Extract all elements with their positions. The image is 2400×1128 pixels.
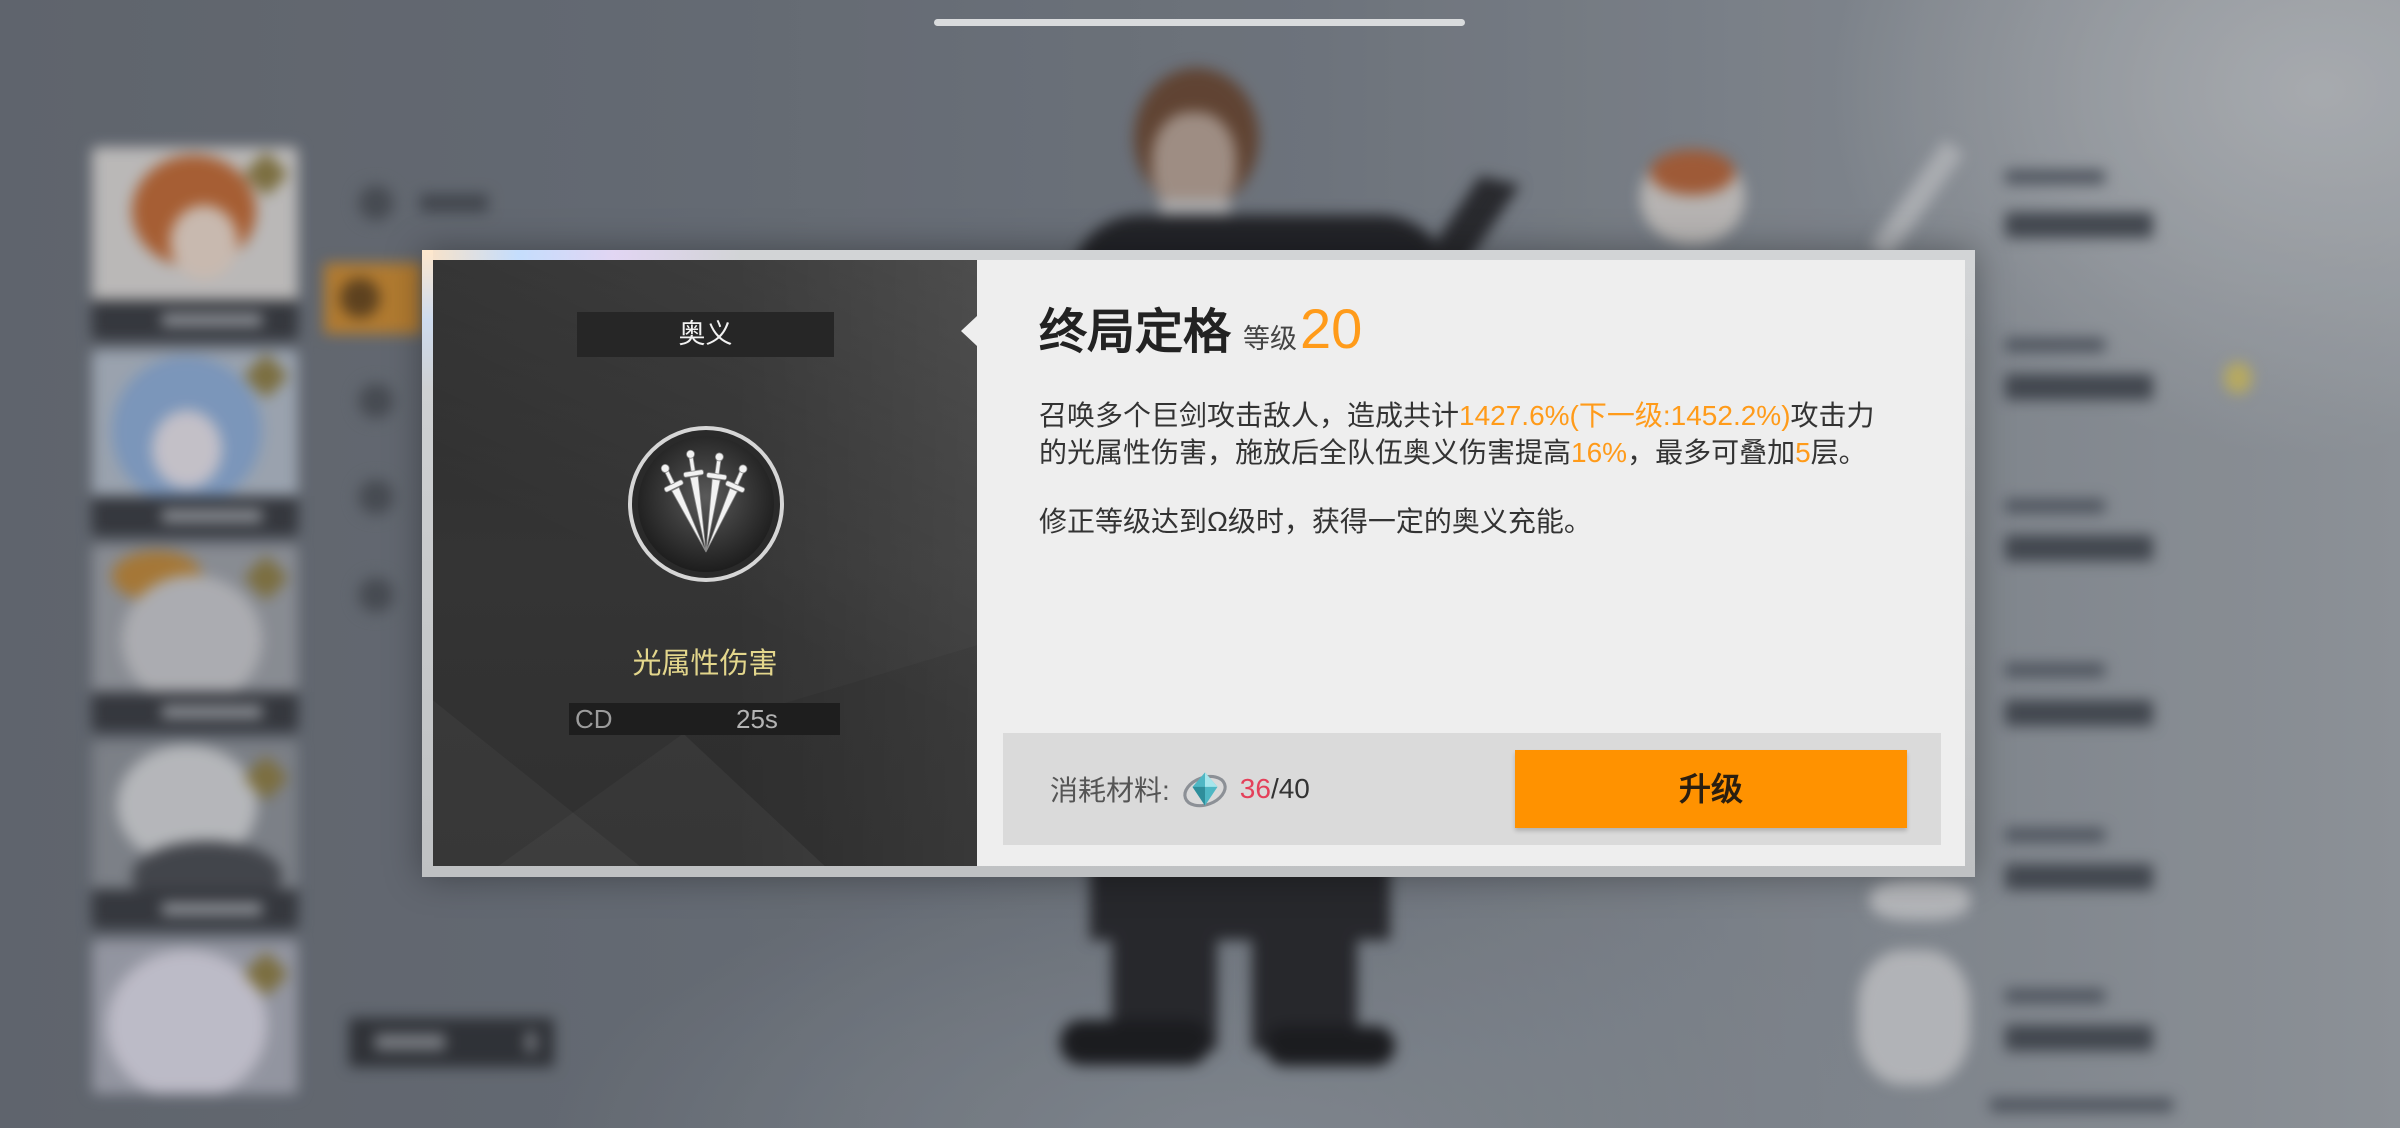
material-cost: 消耗材料: 36/40 xyxy=(1050,733,1310,845)
skill-summary-panel: 奥义 光属性伤害 CD 25s xyxy=(433,260,977,866)
cost-label: 消耗材料: xyxy=(1050,775,1170,806)
skill-title: 终局定格 xyxy=(1039,306,1232,359)
element-type-label: 光属性伤害 xyxy=(632,648,778,680)
cooldown-label: CD xyxy=(575,704,613,734)
upgrade-cost-bar: 消耗材料: 36/40 升级 xyxy=(1003,733,1941,845)
panel-pointer xyxy=(961,316,977,346)
damage-bonus-value: 16% xyxy=(1571,437,1628,468)
top-drag-handle xyxy=(934,19,1465,26)
skill-note: 修正等级达到Ω级时，获得一定的奥义充能。 xyxy=(1039,506,1592,537)
material-owned-count: 36 xyxy=(1239,773,1271,804)
level-value: 20 xyxy=(1300,297,1363,360)
frame-glint xyxy=(422,250,742,260)
frame-glint xyxy=(422,250,433,390)
level-label: 等级 xyxy=(1243,324,1298,354)
material-count-separator: / xyxy=(1270,773,1279,804)
skill-description: 召唤多个巨剑攻击敌人，造成共计1427.6%(下一级:1452.2%)攻击力 的… xyxy=(1039,397,1875,471)
upgrade-button[interactable]: 升级 xyxy=(1515,750,1907,828)
material-required-count: 40 xyxy=(1278,773,1310,804)
description-text: ，最多可叠加 xyxy=(1627,437,1796,468)
cooldown-value: 25s xyxy=(736,704,778,734)
description-text: 召唤多个巨剑攻击敌人，造成共计 xyxy=(1039,400,1460,431)
description-line: 的光属性伤害，施放后全队伍奥义伤害提高16%，最多可叠加5层。 xyxy=(1039,434,1875,471)
description-text: 攻击力 xyxy=(1790,400,1875,431)
max-stack-value: 5 xyxy=(1795,437,1811,468)
damage-multiplier: 1427.6%(下一级:1452.2%) xyxy=(1459,400,1791,431)
skill-detail-dialog: 奥义 光属性伤害 CD 25s 终局定格 等级 20 召唤多个巨剑攻击敌人，造成… xyxy=(422,250,1975,877)
skill-detail-panel: 终局定格 等级 20 召唤多个巨剑攻击敌人，造成共计1427.6%(下一级:14… xyxy=(961,260,1965,866)
swords-fan-icon xyxy=(628,426,784,582)
description-line: 召唤多个巨剑攻击敌人，造成共计1427.6%(下一级:1452.2%)攻击力 xyxy=(1039,397,1875,434)
description-text: 层。 xyxy=(1810,437,1867,468)
skill-category-label: 奥义 xyxy=(577,312,834,357)
skill-title-row: 终局定格 等级 20 xyxy=(1039,296,1362,363)
cooldown-bar: CD 25s xyxy=(569,703,840,735)
crystal-material-icon[interactable] xyxy=(1180,764,1230,814)
description-text: 的光属性伤害，施放后全队伍奥义伤害提高 xyxy=(1039,437,1572,468)
